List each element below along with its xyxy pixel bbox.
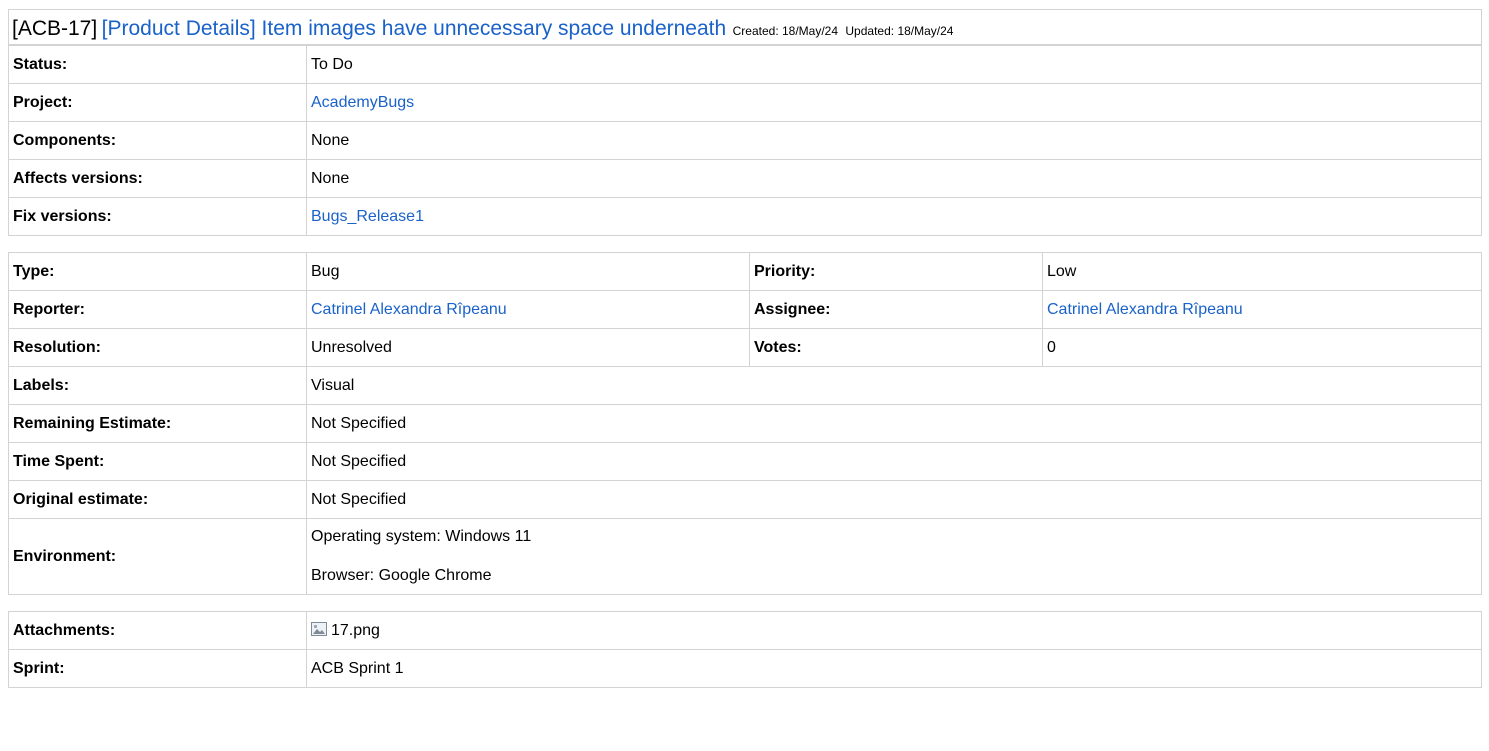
issue-dates: Created: 18/May/24 Updated: 18/May/24 [733, 24, 954, 38]
status-row: Status: To Do [8, 45, 1482, 84]
issue-header: [ACB-17] [Product Details] Item images h… [8, 9, 1482, 45]
environment-value: Operating system: Windows 11 Browser: Go… [306, 518, 1482, 595]
affects-versions-value: None [306, 159, 1482, 198]
environment-browser: Browser: Google Chrome [311, 567, 492, 584]
time-spent-value: Not Specified [306, 442, 1482, 481]
votes-label: Votes: [749, 328, 1043, 367]
environment-label: Environment: [8, 518, 307, 595]
status-value: To Do [306, 45, 1482, 84]
votes-value: 0 [1042, 328, 1482, 367]
components-label: Components: [8, 121, 307, 160]
original-estimate-row: Original estimate: Not Specified [8, 480, 1482, 519]
components-row: Components: None [8, 121, 1482, 160]
environment-os: Operating system: Windows 11 [311, 528, 532, 545]
type-label: Type: [8, 252, 307, 291]
updated-label: Updated: [845, 24, 895, 38]
reporter-row: Reporter: Catrinel Alexandra Rîpeanu Ass… [8, 290, 1482, 329]
attachment-link[interactable]: 17.png [331, 622, 380, 639]
original-estimate-label: Original estimate: [8, 480, 307, 519]
created-date: 18/May/24 [782, 24, 839, 38]
sprint-row: Sprint: ACB Sprint 1 [8, 649, 1482, 688]
labels-row: Labels: Visual [8, 366, 1482, 405]
type-row: Type: Bug Priority: Low [8, 252, 1482, 291]
original-estimate-value: Not Specified [306, 480, 1482, 519]
labels-label: Labels: [8, 366, 307, 405]
attachments-row: Attachments: 17.png [8, 611, 1482, 650]
issue-key: [ACB-17] [12, 17, 98, 40]
project-link[interactable]: AcademyBugs [311, 94, 414, 111]
remaining-estimate-label: Remaining Estimate: [8, 404, 307, 443]
affects-versions-row: Affects versions: None [8, 159, 1482, 198]
project-row: Project: AcademyBugs [8, 83, 1482, 122]
fix-version-link[interactable]: Bugs_Release1 [311, 208, 424, 225]
created-label: Created: [732, 24, 779, 38]
details-table: Status: To Do Project: AcademyBugs Compo… [8, 45, 1482, 236]
updated-date: 18/May/24 [897, 24, 954, 38]
labels-value: Visual [306, 366, 1482, 405]
status-label: Status: [8, 45, 307, 84]
fix-versions-row: Fix versions: Bugs_Release1 [8, 197, 1482, 236]
attachments-label: Attachments: [8, 611, 307, 650]
fix-versions-label: Fix versions: [8, 197, 307, 236]
project-label: Project: [8, 83, 307, 122]
issue-view: [ACB-17] [Product Details] Item images h… [8, 9, 1482, 688]
environment-row: Environment: Operating system: Windows 1… [8, 518, 1482, 595]
time-spent-label: Time Spent: [8, 442, 307, 481]
priority-label: Priority: [749, 252, 1043, 291]
resolution-value: Unresolved [306, 328, 750, 367]
type-value: Bug [306, 252, 750, 291]
resolution-label: Resolution: [8, 328, 307, 367]
time-spent-row: Time Spent: Not Specified [8, 442, 1482, 481]
components-value: None [306, 121, 1482, 160]
sprint-value: ACB Sprint 1 [306, 649, 1482, 688]
remaining-estimate-value: Not Specified [306, 404, 1482, 443]
resolution-row: Resolution: Unresolved Votes: 0 [8, 328, 1482, 367]
issue-summary-link[interactable]: [Product Details] Item images have unnec… [102, 17, 727, 40]
extra-table: Attachments: 17.png Sprint: ACB Sprint 1 [8, 611, 1482, 688]
remaining-estimate-row: Remaining Estimate: Not Specified [8, 404, 1482, 443]
reporter-link[interactable]: Catrinel Alexandra Rîpeanu [311, 301, 507, 318]
assignee-link[interactable]: Catrinel Alexandra Rîpeanu [1047, 301, 1243, 318]
people-table: Type: Bug Priority: Low Reporter: Catrin… [8, 252, 1482, 595]
priority-value: Low [1042, 252, 1482, 291]
affects-versions-label: Affects versions: [8, 159, 307, 198]
reporter-label: Reporter: [8, 290, 307, 329]
image-icon [311, 621, 327, 636]
sprint-label: Sprint: [8, 649, 307, 688]
assignee-label: Assignee: [749, 290, 1043, 329]
